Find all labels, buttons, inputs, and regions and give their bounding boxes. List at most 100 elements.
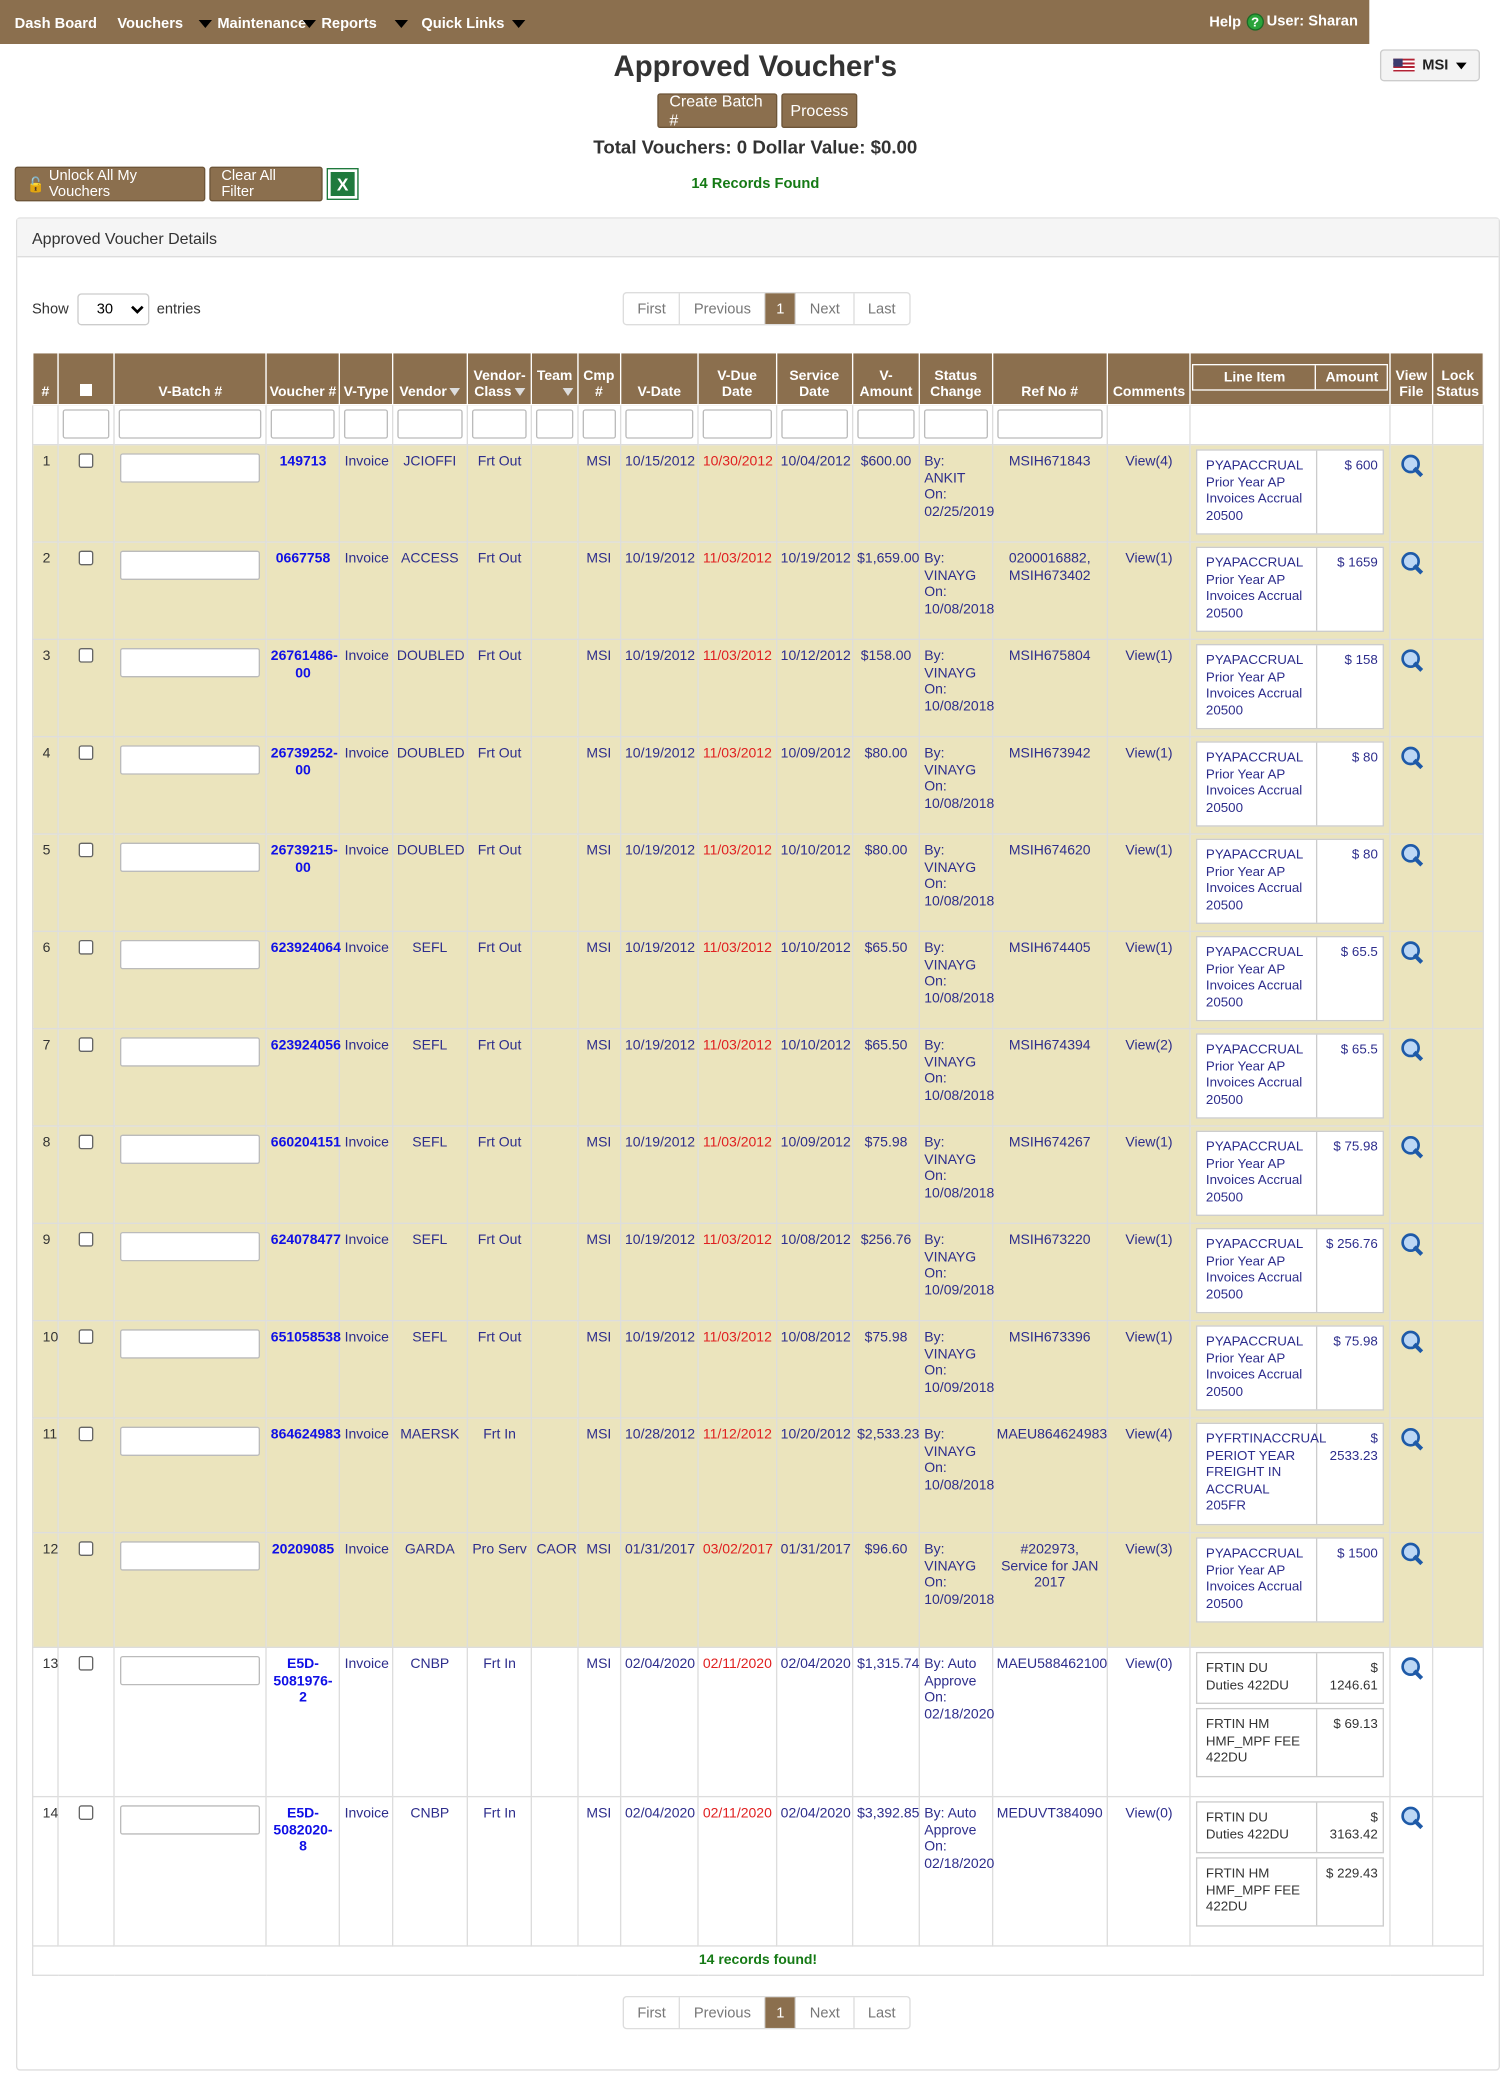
nav-reports[interactable]: Reports bbox=[302, 16, 377, 32]
filter-vendor[interactable] bbox=[396, 409, 463, 439]
row-select[interactable] bbox=[57, 833, 116, 932]
row-select[interactable] bbox=[57, 1027, 116, 1127]
filter-icon[interactable] bbox=[562, 387, 574, 396]
row-checkbox[interactable] bbox=[78, 550, 94, 566]
row-checkbox[interactable] bbox=[78, 453, 94, 468]
row-checkbox[interactable] bbox=[78, 1037, 94, 1052]
col-vtype[interactable]: V-Type bbox=[339, 351, 393, 406]
filter-vdate[interactable] bbox=[625, 409, 694, 439]
create-batch-button[interactable]: Create Batch # bbox=[657, 92, 778, 129]
voucher-link[interactable]: 623924064 bbox=[265, 930, 341, 1030]
col-sdate[interactable]: Service Date bbox=[775, 351, 854, 406]
view-file-cell[interactable] bbox=[1389, 1027, 1433, 1127]
filter-vdue[interactable] bbox=[702, 409, 772, 439]
row-checkbox[interactable] bbox=[78, 939, 94, 955]
page-first[interactable]: First bbox=[624, 293, 681, 324]
voucher-link[interactable]: 651058538 bbox=[265, 1319, 341, 1419]
row-select[interactable] bbox=[57, 1531, 116, 1648]
col-status[interactable]: Status Change bbox=[918, 351, 993, 406]
view-file-cell[interactable] bbox=[1389, 1795, 1433, 1947]
row-select[interactable] bbox=[57, 541, 116, 640]
voucher-link[interactable]: 26739252-00 bbox=[265, 735, 341, 835]
page-current[interactable]: 1 bbox=[765, 293, 797, 324]
view-file-cell[interactable] bbox=[1389, 1417, 1433, 1534]
batch-input[interactable] bbox=[120, 939, 261, 970]
col-vendor[interactable]: Vendor bbox=[391, 351, 469, 406]
view-file-cell[interactable] bbox=[1389, 1531, 1433, 1648]
view-file-cell[interactable] bbox=[1389, 735, 1433, 835]
batch-input[interactable] bbox=[120, 647, 261, 678]
comments-link[interactable]: View(0) bbox=[1106, 1646, 1192, 1798]
row-checkbox[interactable] bbox=[78, 1541, 94, 1556]
filter-select[interactable] bbox=[62, 409, 110, 439]
row-select[interactable] bbox=[57, 1417, 116, 1534]
view-file-icon[interactable] bbox=[1399, 1427, 1423, 1451]
comments-link[interactable]: View(1) bbox=[1106, 1319, 1192, 1419]
comments-link[interactable]: View(1) bbox=[1106, 541, 1192, 640]
view-file-icon[interactable] bbox=[1399, 1805, 1423, 1829]
voucher-link[interactable]: 660204151 bbox=[265, 1125, 341, 1224]
nav-maintenance[interactable]: Maintenance bbox=[198, 16, 306, 32]
filter-batch[interactable] bbox=[119, 409, 262, 439]
view-file-cell[interactable] bbox=[1389, 1319, 1433, 1419]
col-team[interactable]: Team bbox=[531, 351, 579, 406]
voucher-link[interactable]: 624078477 bbox=[265, 1222, 341, 1322]
voucher-link[interactable]: 623924056 bbox=[265, 1027, 341, 1127]
filter-icon[interactable] bbox=[514, 387, 525, 396]
view-file-icon[interactable] bbox=[1399, 843, 1423, 867]
col-select-all[interactable] bbox=[57, 351, 116, 406]
comments-link[interactable]: View(2) bbox=[1106, 1027, 1192, 1127]
row-select[interactable] bbox=[57, 735, 116, 835]
row-select[interactable] bbox=[57, 443, 116, 543]
view-file-cell[interactable] bbox=[1389, 833, 1433, 932]
comments-link[interactable]: View(1) bbox=[1106, 1125, 1192, 1224]
voucher-link[interactable]: 26761486-00 bbox=[265, 638, 341, 738]
page-previous[interactable]: Previous bbox=[681, 293, 766, 324]
row-checkbox[interactable] bbox=[78, 842, 94, 858]
view-file-cell[interactable] bbox=[1389, 541, 1433, 640]
batch-input[interactable] bbox=[120, 1231, 261, 1262]
entries-select[interactable]: 30 bbox=[76, 293, 149, 326]
view-file-icon[interactable] bbox=[1399, 1329, 1423, 1353]
view-file-cell[interactable] bbox=[1389, 930, 1433, 1030]
row-checkbox[interactable] bbox=[78, 745, 94, 760]
row-checkbox[interactable] bbox=[78, 1329, 94, 1344]
filter-team[interactable] bbox=[536, 409, 573, 439]
row-checkbox[interactable] bbox=[78, 647, 94, 663]
batch-input[interactable] bbox=[120, 1655, 261, 1686]
comments-link[interactable]: View(4) bbox=[1106, 443, 1192, 543]
page-first[interactable]: First bbox=[624, 1997, 681, 2028]
row-checkbox[interactable] bbox=[78, 1655, 94, 1671]
row-select[interactable] bbox=[57, 638, 116, 738]
filter-sdate[interactable] bbox=[780, 409, 848, 439]
select-all-checkbox[interactable] bbox=[80, 383, 93, 396]
filter-vamount[interactable] bbox=[857, 409, 915, 439]
comments-link[interactable]: View(1) bbox=[1106, 930, 1192, 1030]
comments-link[interactable]: View(1) bbox=[1106, 638, 1192, 738]
voucher-link[interactable]: 864624983 bbox=[265, 1417, 341, 1534]
comments-link[interactable]: View(0) bbox=[1106, 1795, 1192, 1947]
voucher-link[interactable]: 20209085 bbox=[265, 1531, 341, 1648]
filter-cmp[interactable] bbox=[582, 409, 616, 439]
filter-ref[interactable] bbox=[996, 409, 1103, 439]
batch-input[interactable] bbox=[120, 1426, 261, 1456]
batch-input[interactable] bbox=[120, 842, 261, 872]
company-selector[interactable]: MSI bbox=[1379, 49, 1480, 82]
voucher-link[interactable]: 0667758 bbox=[265, 541, 341, 640]
row-select[interactable] bbox=[57, 1795, 116, 1947]
col-voucher[interactable]: Voucher # bbox=[265, 351, 341, 406]
view-file-icon[interactable] bbox=[1399, 940, 1423, 964]
row-checkbox[interactable] bbox=[78, 1426, 94, 1442]
comments-link[interactable]: View(4) bbox=[1106, 1417, 1192, 1534]
batch-input[interactable] bbox=[120, 1134, 261, 1164]
col-vdate[interactable]: V-Date bbox=[619, 351, 699, 406]
row-select[interactable] bbox=[57, 1646, 116, 1798]
voucher-link[interactable]: 149713 bbox=[265, 443, 341, 543]
page-next[interactable]: Next bbox=[796, 293, 855, 324]
nav-help[interactable]: Help? bbox=[1209, 13, 1264, 31]
col-vdue[interactable]: V-Due Date bbox=[697, 351, 777, 406]
filter-vclass[interactable] bbox=[472, 409, 528, 439]
page-last[interactable]: Last bbox=[855, 1997, 909, 2028]
nav-quick-links[interactable]: Quick Links bbox=[394, 16, 526, 32]
view-file-icon[interactable] bbox=[1399, 1037, 1423, 1061]
